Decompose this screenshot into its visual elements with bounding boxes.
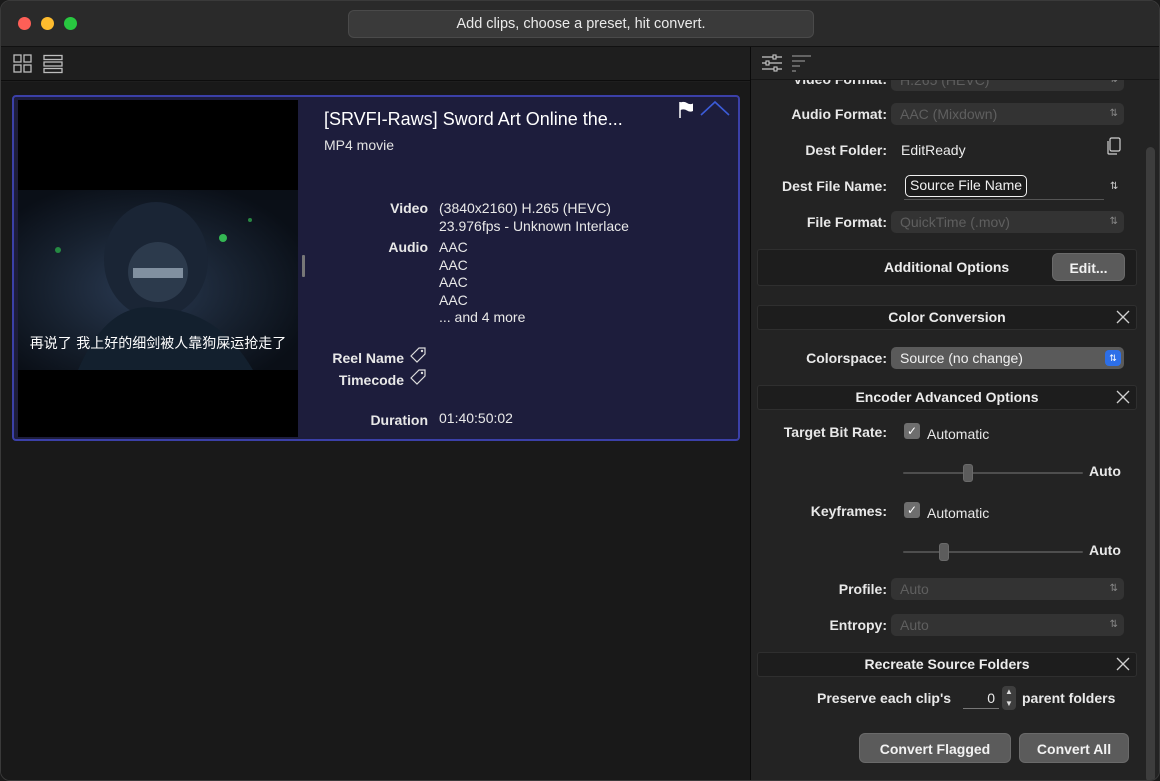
clip-kind: MP4 movie	[324, 137, 395, 153]
sliders-icon[interactable]	[761, 53, 783, 73]
video-label: Video	[390, 200, 428, 216]
clip-toolbar	[1, 47, 750, 81]
profile-value: Auto	[900, 581, 929, 597]
keyframes-automatic-label: Automatic	[927, 505, 990, 521]
duration-value: 01:40:50:02	[439, 410, 513, 426]
title-bar: Add clips, choose a preset, hit convert.	[1, 1, 1159, 47]
parent-folders-label: parent folders	[1022, 690, 1116, 706]
video-line: 23.976fps - Unknown Interlace	[439, 217, 629, 234]
audio-format-popup[interactable]: AAC (Mixdown) ⇅	[891, 103, 1124, 125]
updown-icon: ⇅	[1109, 619, 1118, 630]
bitrate-slider-knob[interactable]	[963, 464, 973, 482]
convert-all-button[interactable]: Convert All	[1019, 733, 1129, 763]
reel-name-label: Reel Name	[332, 350, 404, 366]
updown-icon: ⇅	[1109, 108, 1118, 119]
grid-view-icon[interactable]	[12, 53, 34, 75]
bitrate-automatic-checkbox[interactable]: ✓	[904, 423, 920, 439]
bitrate-slider-track[interactable]	[903, 472, 1083, 474]
tag-icon[interactable]	[410, 369, 426, 385]
profile-popup[interactable]: Auto ⇅	[891, 578, 1124, 600]
entropy-label: Entropy:	[829, 617, 887, 633]
file-format-value: QuickTime (.mov)	[900, 214, 1010, 230]
source-file-name-token[interactable]: Source File Name	[905, 175, 1028, 197]
dest-folder-value: EditReady	[901, 142, 966, 158]
clip-card[interactable]: 再说了 我上好的细剑被人靠狗屎运抢走了 [SRVFI-Raws] Sword A…	[12, 95, 740, 441]
audio-line: AAC	[439, 291, 468, 308]
close-icon[interactable]	[1116, 657, 1130, 671]
settings-scrollbar[interactable]	[1146, 147, 1155, 780]
colorspace-popup[interactable]: Source (no change) ⇅	[891, 347, 1124, 369]
clip-thumbnail: 再说了 我上好的细剑被人靠狗屎运抢走了	[18, 100, 298, 437]
settings-pane: Video Format: H.265 (HEVC) ⇅ Audio Forma…	[751, 47, 1159, 780]
parent-folders-count-field[interactable]: 0	[963, 687, 999, 709]
audio-format-label: Audio Format:	[791, 106, 887, 122]
file-format-label: File Format:	[806, 214, 887, 230]
copy-icon[interactable]	[1106, 137, 1122, 155]
convert-flagged-button[interactable]: Convert Flagged	[859, 733, 1011, 763]
app-window: Add clips, choose a preset, hit convert.	[0, 0, 1160, 781]
recreate-folders-section: Recreate Source Folders	[757, 652, 1137, 677]
colorspace-label: Colorspace:	[806, 350, 887, 366]
sort-icon[interactable]	[791, 53, 813, 73]
duration-label: Duration	[370, 412, 428, 428]
encoder-advanced-title: Encoder Advanced Options	[855, 389, 1039, 405]
colorspace-value: Source (no change)	[900, 350, 1023, 366]
encoder-advanced-section: Encoder Advanced Options	[757, 385, 1137, 410]
bitrate-automatic-label: Automatic	[927, 426, 990, 442]
video-line: (3840x2160) H.265 (HEVC)	[439, 200, 611, 216]
clip-title: [SRVFI-Raws] Sword Art Online the...	[324, 109, 623, 129]
audio-line: AAC	[439, 239, 468, 255]
thumbnail-resize-handle[interactable]	[302, 255, 305, 277]
name-stepper-icon[interactable]: ⇅	[1110, 181, 1118, 192]
minimize-window-button[interactable]	[41, 17, 54, 30]
audio-line: AAC	[439, 256, 468, 273]
thumbnail-subtitle: 再说了 我上好的细剑被人靠狗屎运抢走了	[29, 336, 287, 352]
close-window-button[interactable]	[18, 17, 31, 30]
tag-icon[interactable]	[410, 347, 426, 363]
zoom-window-button[interactable]	[64, 17, 77, 30]
close-icon[interactable]	[1116, 310, 1130, 324]
audio-label: Audio	[388, 239, 428, 255]
chevron-up-icon[interactable]	[700, 99, 730, 117]
edit-button[interactable]: Edit...	[1052, 253, 1125, 281]
entropy-popup[interactable]: Auto ⇅	[891, 614, 1124, 636]
audio-format-value: AAC (Mixdown)	[900, 106, 998, 122]
list-view-icon[interactable]	[42, 53, 64, 75]
clip-list: 再说了 我上好的细剑被人靠狗屎运抢走了 [SRVFI-Raws] Sword A…	[1, 82, 750, 780]
bitrate-auto-label: Auto	[1089, 463, 1121, 479]
profile-label: Profile:	[838, 581, 887, 597]
target-bit-rate-label: Target Bit Rate:	[783, 424, 887, 440]
file-format-popup[interactable]: QuickTime (.mov) ⇅	[891, 211, 1124, 233]
keyframes-slider-knob[interactable]	[939, 543, 949, 561]
keyframes-automatic-checkbox[interactable]: ✓	[904, 502, 920, 518]
dest-file-name-label: Dest File Name:	[781, 178, 887, 194]
preserve-label: Preserve each clip's	[817, 690, 952, 706]
close-icon[interactable]	[1116, 390, 1130, 404]
color-conversion-section: Color Conversion	[757, 305, 1137, 330]
timecode-label: Timecode	[338, 372, 404, 388]
keyframes-auto-label: Auto	[1089, 542, 1121, 558]
video-info: (3840x2160) H.265 (HEVC) 23.976fps - Unk…	[439, 200, 629, 235]
audio-line: AAC	[439, 274, 468, 290]
status-hint: Add clips, choose a preset, hit convert.	[348, 10, 814, 38]
entropy-value: Auto	[900, 617, 929, 633]
keyframes-label: Keyframes:	[810, 503, 887, 519]
recreate-folders-title: Recreate Source Folders	[864, 656, 1030, 672]
keyframes-slider-track[interactable]	[903, 551, 1083, 553]
parent-folders-stepper[interactable]: ▲ ▼	[1002, 686, 1016, 710]
dest-file-name-field[interactable]: Source File Name	[904, 175, 1104, 200]
audio-line: ... and 4 more	[439, 309, 526, 325]
clip-pane: 再说了 我上好的细剑被人靠狗屎运抢走了 [SRVFI-Raws] Sword A…	[1, 47, 750, 780]
audio-info: AAC AAC AAC AAC ... and 4 more	[439, 239, 525, 327]
updown-icon: ⇅	[1109, 216, 1118, 227]
flag-icon[interactable]	[678, 101, 694, 119]
dest-folder-label: Dest Folder:	[805, 142, 887, 158]
updown-icon: ⇅	[1105, 350, 1121, 366]
color-conversion-title: Color Conversion	[888, 309, 1006, 325]
settings-toolbar	[751, 47, 1159, 80]
updown-icon: ⇅	[1109, 583, 1118, 594]
additional-options-title: Additional Options	[884, 259, 1010, 275]
